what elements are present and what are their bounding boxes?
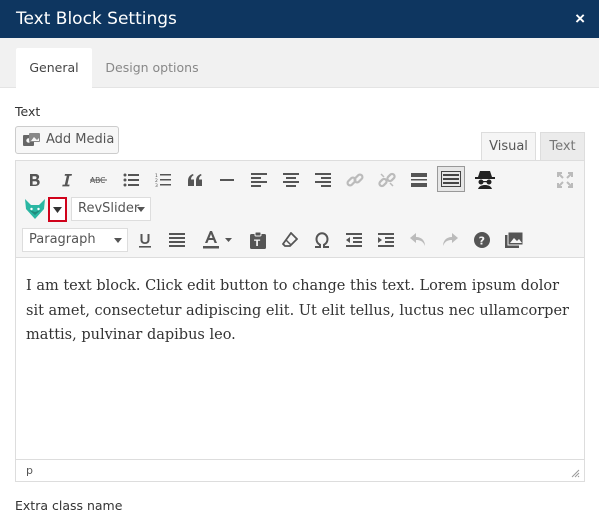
tab-text[interactable]: Text bbox=[540, 132, 585, 161]
settings-tabs: General Design options bbox=[0, 38, 599, 88]
svg-text:?: ? bbox=[479, 235, 485, 248]
help-icon[interactable]: ? bbox=[470, 228, 494, 252]
close-icon[interactable]: × bbox=[575, 10, 585, 28]
tab-design-options[interactable]: Design options bbox=[96, 48, 208, 88]
extra-class-label: Extra class name bbox=[15, 498, 123, 511]
media-icon[interactable] bbox=[502, 228, 526, 252]
read-more-icon[interactable] bbox=[407, 168, 431, 192]
editor-statusbar: p bbox=[16, 459, 584, 481]
editor-content[interactable]: I am text block. Click edit button to ch… bbox=[26, 274, 576, 348]
align-center-icon[interactable] bbox=[279, 168, 303, 192]
add-media-button[interactable]: Add Media bbox=[15, 126, 119, 154]
format-select[interactable]: Paragraph bbox=[22, 228, 128, 252]
tab-general[interactable]: General bbox=[16, 48, 92, 88]
svg-text:T: T bbox=[254, 239, 261, 249]
chevron-down-icon bbox=[53, 207, 62, 213]
strikethrough-icon[interactable]: ABC bbox=[87, 168, 111, 192]
unlink-icon[interactable] bbox=[375, 168, 399, 192]
outdent-icon[interactable] bbox=[342, 228, 366, 252]
revslider-dropdown[interactable]: RevSlider bbox=[71, 197, 151, 221]
text-color-icon[interactable] bbox=[197, 228, 237, 252]
paste-text-icon[interactable]: T bbox=[246, 228, 270, 252]
chevron-down-icon bbox=[137, 207, 145, 212]
editor-toolbar: ABC 123 RevSlider Paragraph T ? bbox=[16, 161, 584, 258]
align-left-icon[interactable] bbox=[247, 168, 271, 192]
indent-icon[interactable] bbox=[374, 228, 398, 252]
modal-titlebar: Text Block Settings × bbox=[0, 0, 599, 38]
horizontal-rule-icon[interactable] bbox=[215, 168, 239, 192]
svg-text:3: 3 bbox=[155, 183, 158, 187]
fox-plugin-dropdown[interactable] bbox=[48, 197, 67, 222]
bullet-list-icon[interactable] bbox=[119, 168, 143, 192]
modal-title: Text Block Settings bbox=[16, 9, 177, 29]
element-path[interactable]: p bbox=[26, 464, 33, 477]
numbered-list-icon[interactable]: 123 bbox=[151, 168, 175, 192]
revslider-label: RevSlider bbox=[78, 201, 140, 216]
fox-plugin-icon[interactable] bbox=[21, 197, 49, 222]
text-field-label: Text bbox=[15, 104, 41, 119]
add-media-label: Add Media bbox=[46, 132, 115, 147]
format-select-value: Paragraph bbox=[29, 232, 96, 247]
redo-icon[interactable] bbox=[438, 228, 462, 252]
italic-icon[interactable] bbox=[55, 168, 79, 192]
tab-visual[interactable]: Visual bbox=[481, 132, 536, 161]
underline-icon[interactable] bbox=[133, 228, 157, 252]
justify-icon[interactable] bbox=[165, 228, 189, 252]
toolbar-toggle-icon[interactable] bbox=[437, 166, 465, 192]
resize-handle-icon[interactable] bbox=[571, 469, 580, 478]
undo-icon[interactable] bbox=[406, 228, 430, 252]
fullscreen-icon[interactable] bbox=[553, 168, 577, 192]
chevron-down-icon bbox=[114, 238, 122, 243]
align-right-icon[interactable] bbox=[311, 168, 335, 192]
blockquote-icon[interactable] bbox=[183, 168, 207, 192]
clear-formatting-icon[interactable] bbox=[278, 228, 302, 252]
add-media-icon bbox=[23, 133, 40, 146]
special-character-icon[interactable] bbox=[310, 228, 334, 252]
link-icon[interactable] bbox=[343, 168, 367, 192]
bold-icon[interactable] bbox=[23, 168, 47, 192]
spy-icon[interactable] bbox=[473, 167, 497, 191]
rich-text-editor: ABC 123 RevSlider Paragraph T ? I am tex… bbox=[15, 160, 585, 482]
